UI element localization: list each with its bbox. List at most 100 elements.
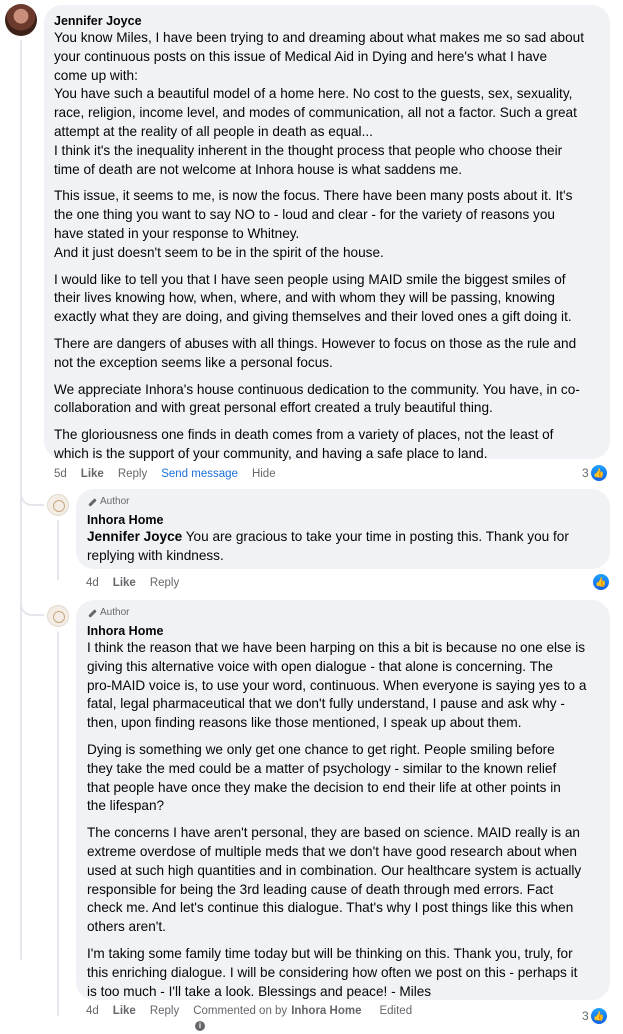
text-line: extreme overdose of multiple meds that w… [87, 843, 577, 859]
text-line: There are dangers of abuses with all thi… [54, 335, 577, 351]
reply-button[interactable]: Reply [150, 1004, 179, 1018]
text-line: fatal, legal pharmaceutical that we don'… [87, 696, 565, 712]
reply-author[interactable]: Inhora Home [87, 512, 599, 528]
reply-button[interactable]: Reply [150, 576, 179, 590]
text-line: pro-MAID voice is, to use your word, con… [87, 677, 587, 693]
text-line: The gloriousness one finds in death come… [54, 427, 554, 443]
paragraph: You know Miles, I have been trying to an… [54, 29, 600, 179]
text-line: they take the med could be a matter of p… [87, 760, 557, 776]
text-line: time of death are not welcome at Inhora … [54, 161, 463, 177]
text-line: I would like to tell you that I have see… [54, 271, 566, 287]
reply-actions: 4d Like Reply Commented on by Inhora Hom… [86, 1004, 426, 1018]
text-line: used at such high quantities and in comb… [87, 862, 582, 878]
text-line: come up with: [54, 67, 138, 83]
reply-body: Jennifer Joyce You are gracious to take … [87, 528, 599, 566]
like-button[interactable]: Like [113, 576, 136, 590]
commented-by-name[interactable]: Inhora Home [291, 1004, 361, 1018]
text-line: their lives knowing how, when, where, an… [54, 290, 555, 306]
avatar[interactable] [47, 605, 69, 627]
like-icon: 👍 [590, 1008, 607, 1024]
thread-line [57, 631, 59, 1016]
text-line: You have such a beautiful model of a hom… [54, 86, 573, 102]
reaction-count[interactable]: 3 👍 [582, 1008, 607, 1024]
text-line: You know Miles, I have been trying to an… [54, 30, 584, 45]
text-line: Dying is something we only get one chanc… [87, 741, 555, 757]
like-icon: 👍 [590, 465, 607, 481]
text-line: I think it's the inequality inherent in … [54, 142, 563, 158]
reply-button[interactable]: Reply [118, 467, 147, 481]
paragraph: This issue, it seems to me, is now the f… [54, 187, 600, 262]
avatar[interactable] [47, 494, 69, 516]
text-line: then, upon finding reasons like those me… [87, 715, 522, 731]
text-line: others aren't. [87, 919, 166, 935]
paragraph: I'm taking some family time today but wi… [87, 945, 599, 1001]
send-message-button[interactable]: Send message [161, 467, 238, 481]
comment-time[interactable]: 5d [54, 467, 67, 481]
reply-text-line: You are gracious to take your time in po… [182, 529, 569, 544]
reply-actions: 4d Like Reply [86, 576, 193, 590]
text-line: is too much - I'll take a look. Blessing… [87, 983, 432, 999]
author-badge: Author [87, 607, 599, 619]
text-line: check me. And let's continue this dialog… [87, 900, 574, 916]
text-line: which is the support of your community, … [54, 445, 488, 461]
thread-connector [20, 490, 44, 506]
hide-button[interactable]: Hide [252, 467, 276, 481]
mention-link[interactable]: Jennifer Joyce [87, 529, 182, 544]
like-button[interactable]: Like [113, 1004, 136, 1018]
paragraph: There are dangers of abuses with all thi… [54, 335, 600, 373]
paragraph: We appreciate Inhora's house continuous … [54, 381, 600, 419]
paragraph: Dying is something we only get one chanc… [87, 741, 599, 816]
comment-actions: 5d Like Reply Send message Hide [54, 467, 290, 481]
commented-on-by-label: Commented on by [193, 1005, 288, 1017]
avatar[interactable] [5, 4, 37, 36]
text-line: We appreciate Inhora's house continuous … [54, 381, 580, 397]
reaction-number: 3 [582, 466, 589, 480]
reply-bubble: Author Inhora Home I think the reason th… [76, 600, 610, 1000]
reaction-number: 3 [582, 1009, 589, 1023]
paragraph: I think the reason that we have been har… [87, 639, 599, 733]
text-line: race, religion, income level, and modes … [54, 105, 577, 121]
text-line: that people have once they make the deci… [87, 779, 561, 795]
thread-connector [20, 600, 44, 616]
reply-bubble: Author Inhora Home Jennifer Joyce You ar… [76, 489, 610, 569]
edited-label[interactable]: Edited [379, 1004, 412, 1018]
text-line: giving this alternative voice with open … [87, 658, 553, 674]
reply-time[interactable]: 4d [86, 1004, 99, 1018]
info-icon[interactable]: i [195, 1021, 205, 1031]
reply-time[interactable]: 4d [86, 576, 99, 590]
text-line: responsible for being the 3rd leading ca… [87, 881, 554, 897]
author-badge-label: Author [100, 496, 130, 507]
text-line: I think the reason that we have been har… [87, 640, 586, 655]
thread-line [57, 520, 59, 580]
like-button[interactable]: Like [81, 467, 104, 481]
author-badge-label: Author [100, 607, 130, 618]
comment-author[interactable]: Jennifer Joyce [54, 13, 600, 29]
reply-author[interactable]: Inhora Home [87, 623, 599, 639]
text-line: And it just doesn't seem to be in the sp… [54, 244, 384, 260]
text-line: attempt at the reality of all people in … [54, 123, 373, 139]
author-badge: Author [87, 496, 599, 508]
text-line: collaboration and with great personal ef… [54, 400, 493, 416]
text-line: not the exception seems like a personal … [54, 354, 333, 370]
text-line: your continuous posts on this issue of M… [54, 48, 548, 64]
text-line: I'm taking some family time today but wi… [87, 945, 573, 961]
text-line: the one thing you want to say NO to - lo… [54, 207, 555, 223]
text-line: This issue, it seems to me, is now the f… [54, 188, 573, 204]
paragraph: The concerns I have aren't personal, the… [87, 824, 599, 937]
text-line: The concerns I have aren't personal, the… [87, 825, 580, 841]
pen-icon [87, 608, 97, 618]
reaction-count[interactable]: 3 👍 [582, 465, 607, 481]
reply-body: I think the reason that we have been har… [87, 639, 599, 1001]
text-line: exactly what they are doing, and giving … [54, 309, 572, 325]
paragraph: The gloriousness one finds in death come… [54, 426, 600, 464]
paragraph: I would like to tell you that I have see… [54, 271, 600, 327]
pen-icon [87, 497, 97, 507]
like-icon: 👍 [593, 574, 609, 590]
comment-bubble: Jennifer Joyce You know Miles, I have be… [44, 5, 610, 461]
reaction-count[interactable]: 👍 [593, 574, 609, 590]
text-line: the lifespan? [87, 798, 165, 814]
comment-body: You know Miles, I have been trying to an… [54, 29, 600, 464]
text-line: have stated in your response to Whitney. [54, 225, 300, 241]
reply-text-line: replying with kindness. [87, 547, 224, 563]
text-line: this enriching dialogue. I will be consi… [87, 964, 578, 980]
